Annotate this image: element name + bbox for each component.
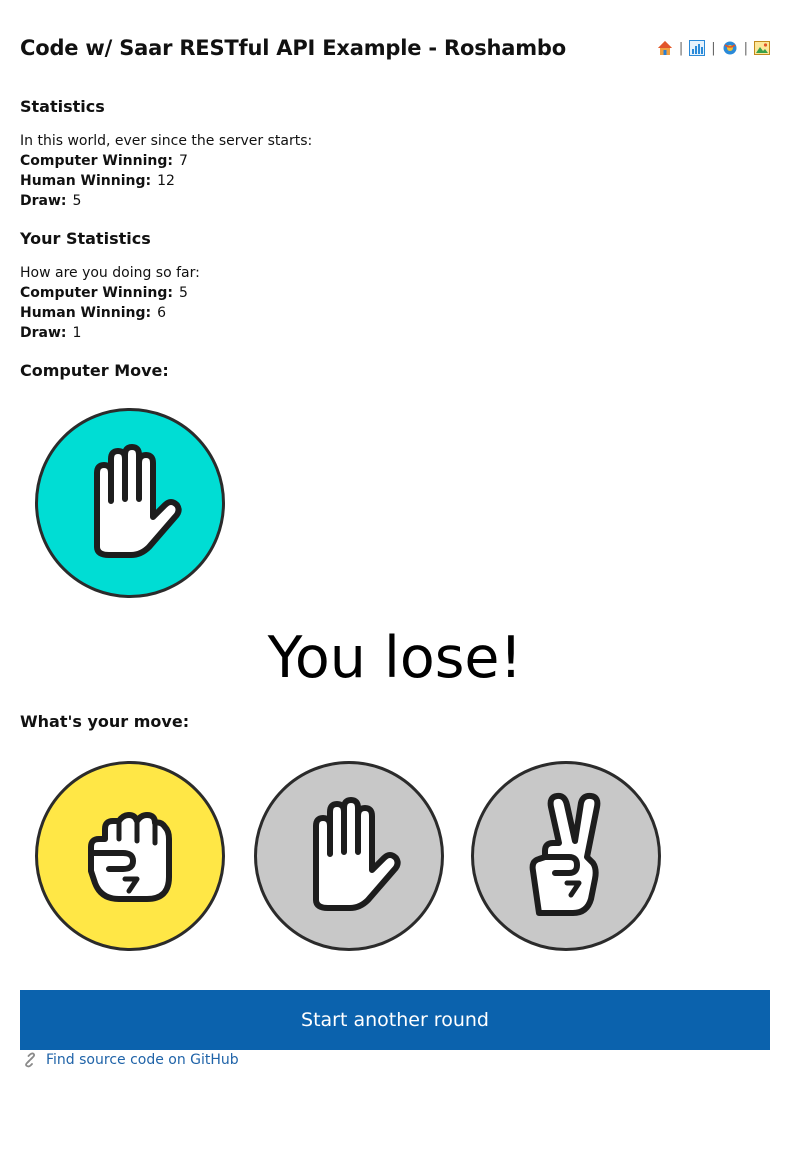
stat-value: 5 (72, 193, 82, 209)
paper-hand-icon (94, 444, 182, 558)
home-icon[interactable] (657, 40, 673, 56)
stat-label: Human Winning: (20, 173, 152, 189)
move-scissors-button[interactable] (471, 761, 661, 951)
stat-label: Draw: (20, 325, 67, 341)
stat-row-computer: Computer Winning: 7 (20, 151, 312, 171)
your-statistics-intro: How are you doing so far: (20, 265, 200, 281)
separator: | (711, 40, 716, 56)
header: Code w/ Saar RESTful API Example - Rosha… (20, 36, 770, 66)
separator: | (743, 40, 748, 56)
link-icon (22, 1052, 38, 1068)
stat-value: 5 (179, 285, 188, 301)
stat-label: Computer Winning: (20, 285, 173, 301)
move-paper-button[interactable] (254, 761, 444, 951)
rock-hand-icon (88, 812, 172, 902)
stat-value: 12 (157, 173, 175, 189)
statistics-intro: In this world, ever since the server sta… (20, 133, 313, 149)
stat-value: 1 (72, 325, 82, 341)
chart-icon[interactable] (689, 40, 706, 56)
your-statistics: Your Statistics How are you doing so far… (20, 229, 200, 343)
scissors-hand-icon (529, 792, 601, 916)
computer-move-section: Computer Move: (20, 361, 169, 380)
stat-value: 7 (179, 153, 188, 169)
page-title: Code w/ Saar RESTful API Example - Rosha… (20, 36, 566, 60)
stat-row-computer: Computer Winning: 5 (20, 283, 200, 303)
your-statistics-heading: Your Statistics (20, 229, 151, 248)
stat-label: Draw: (20, 193, 67, 209)
statistics-heading: Statistics (20, 97, 105, 116)
paper-hand-icon (313, 797, 401, 911)
global-statistics: Statistics In this world, ever since the… (20, 97, 312, 211)
stat-row-human: Human Winning: 6 (20, 303, 200, 323)
separator: | (678, 40, 684, 56)
header-icon-bar: | | | (657, 40, 770, 56)
result-message: You lose! (267, 625, 523, 691)
statistics-body: In this world, ever since the server sta… (20, 131, 312, 211)
github-source-link[interactable]: Find source code on GitHub (22, 1052, 239, 1068)
your-statistics-body: How are you doing so far: Computer Winni… (20, 263, 200, 343)
move-rock-button[interactable] (35, 761, 225, 951)
stat-label: Computer Winning: (20, 153, 173, 169)
your-move-section: What's your move: (20, 712, 189, 731)
github-link-text: Find source code on GitHub (46, 1052, 239, 1068)
computer-move-paper (35, 408, 225, 598)
stat-row-draw: Draw: 1 (20, 323, 200, 343)
computer-move-heading: Computer Move: (20, 361, 169, 380)
start-another-round-button[interactable]: Start another round (20, 990, 770, 1050)
your-move-heading: What's your move: (20, 712, 190, 731)
stat-row-human: Human Winning: 12 (20, 171, 312, 191)
picture-icon[interactable] (754, 40, 770, 56)
stat-label: Human Winning: (20, 305, 152, 321)
stat-row-draw: Draw: 5 (20, 191, 312, 211)
ball-icon[interactable] (722, 40, 738, 56)
stat-value: 6 (157, 305, 167, 321)
